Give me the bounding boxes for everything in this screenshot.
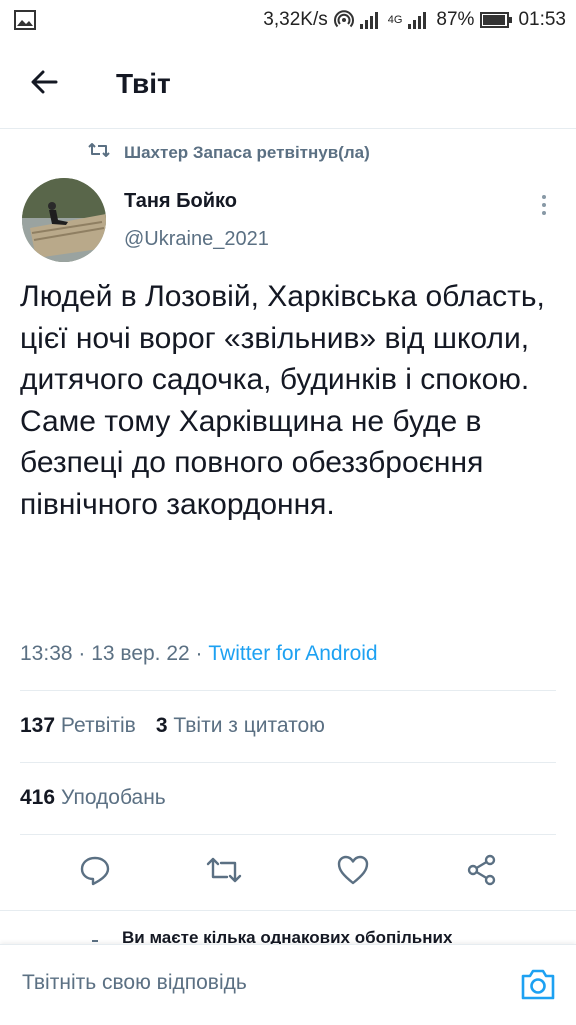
signal-icon [359, 11, 382, 29]
network-type: 4G [387, 14, 403, 26]
tweet-source-link[interactable]: Twitter for Android [208, 642, 377, 665]
retweet-context[interactable]: Шахтер Запаса ретвітнув(ла) [88, 142, 370, 163]
divider [0, 910, 576, 911]
tweet-actions [0, 850, 576, 894]
reply-compose-bar: Твітніть свою відповідь [0, 944, 576, 1025]
tweet-text: Людей в Лозовій, Харківська область, ціє… [20, 280, 545, 521]
author-name[interactable]: Таня Бойко [124, 190, 237, 213]
clock: 01:53 [518, 9, 566, 30]
more-vertical-icon [542, 195, 546, 199]
battery-icon [480, 12, 513, 28]
quotes-label: Твіти з цитатою [173, 714, 325, 737]
tweet-timestamp: 13:38 · 13 вер. 22 · [20, 642, 209, 665]
network-speed: 3,32K/s [263, 9, 328, 30]
divider [20, 762, 556, 763]
arrow-left-icon [30, 70, 58, 99]
likes-stat[interactable]: 416 Уподобань [20, 786, 166, 810]
notice-bullet [92, 940, 98, 942]
retweets-count: 137 [20, 714, 56, 737]
retweet-icon [88, 142, 110, 163]
camera-icon [520, 969, 556, 1005]
share-icon [466, 854, 498, 891]
more-options-button[interactable] [532, 190, 556, 220]
status-bar: 3,32K/s 4G 87% 01:53 [0, 0, 576, 40]
like-button[interactable] [329, 850, 377, 894]
share-button[interactable] [458, 850, 506, 894]
reply-icon [79, 854, 111, 891]
avatar[interactable] [22, 178, 106, 262]
retweet-context-label: Шахтер Запаса ретвітнув(ла) [124, 142, 370, 162]
reply-button[interactable] [71, 850, 119, 894]
likes-count: 416 [20, 786, 56, 809]
author-handle[interactable]: @Ukraine_2021 [124, 228, 269, 251]
divider [20, 834, 556, 835]
divider [20, 690, 556, 691]
battery-percent: 87% [436, 9, 475, 30]
page-title: Твіт [116, 68, 171, 99]
reply-input[interactable]: Твітніть свою відповідь [22, 971, 247, 995]
hotspot-icon [333, 10, 354, 30]
retweets-label: Ретвітів [60, 714, 136, 737]
tweet-meta: 13:38 · 13 вер. 22 · Twitter for Android [20, 642, 378, 666]
signal-icon-2 [408, 11, 430, 29]
heart-icon [337, 855, 369, 890]
retweet-button[interactable] [200, 850, 248, 894]
quotes-stat[interactable]: 3 Твіти з цитатою [156, 714, 325, 738]
top-app-bar: Твіт [0, 40, 576, 129]
quotes-count: 3 [155, 714, 168, 737]
retweet-stats: 137 Ретвітів 3 Твіти з цитатою [20, 714, 325, 738]
likes-label: Уподобань [61, 786, 166, 809]
camera-button[interactable] [520, 967, 556, 1001]
retweets-stat[interactable]: 137 Ретвітів [20, 714, 136, 738]
retweet-icon [205, 855, 243, 890]
back-button[interactable] [14, 54, 74, 114]
gallery-notification-icon [14, 10, 36, 30]
